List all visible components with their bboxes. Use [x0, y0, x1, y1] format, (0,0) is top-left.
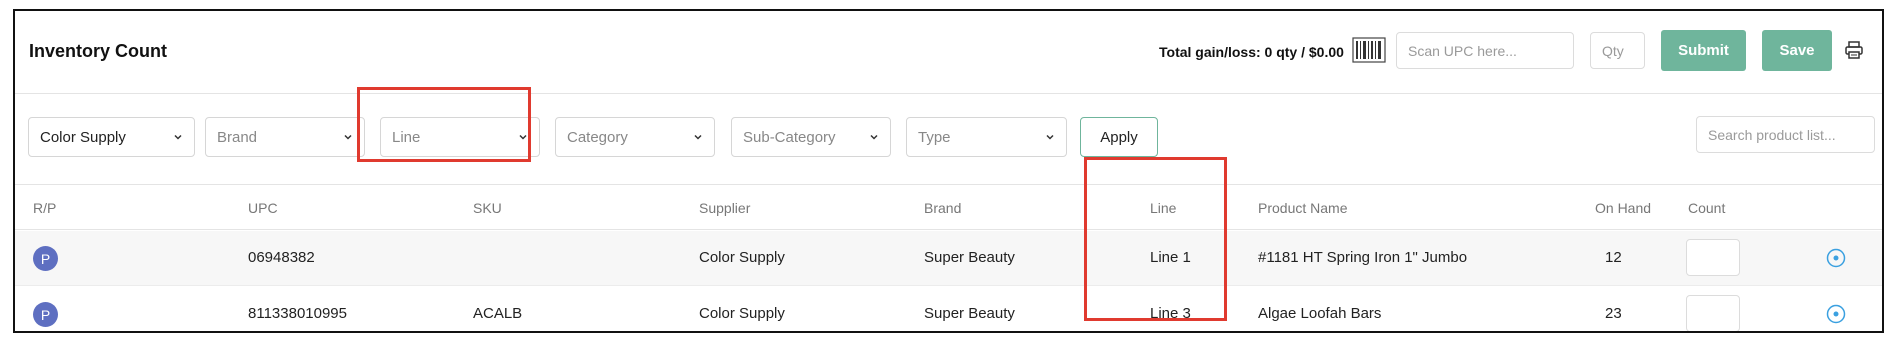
cell-product-name: Algae Loofah Bars: [1258, 305, 1382, 322]
line-select[interactable]: Line: [380, 117, 540, 157]
cell-product-name: #1181 HT Spring Iron 1" Jumbo: [1258, 249, 1468, 266]
col-product-name: Product Name: [1258, 200, 1348, 216]
brand-select[interactable]: Brand: [205, 117, 365, 157]
chevron-down-icon: [694, 134, 702, 140]
cell-sku: ACALB: [473, 305, 523, 322]
printer-icon[interactable]: [1844, 40, 1864, 60]
submit-button[interactable]: Submit: [1661, 30, 1746, 71]
col-on-hand: On Hand: [1595, 200, 1652, 216]
rp-badge: P: [33, 246, 58, 271]
inventory-count-panel: Inventory Count Total gain/loss: 0 qty /…: [13, 9, 1884, 333]
col-sku: SKU: [473, 200, 502, 216]
cell-on-hand: 23: [1605, 305, 1622, 322]
cell-line: Line 3: [1150, 305, 1191, 322]
col-brand: Brand: [924, 200, 962, 216]
col-supplier: Supplier: [699, 200, 751, 216]
cell-brand: Super Beauty: [924, 249, 1015, 266]
cell-brand: Super Beauty: [924, 305, 1015, 322]
rp-badge: P: [33, 302, 58, 327]
qty-input[interactable]: [1590, 32, 1645, 69]
cell-line: Line 1: [1150, 249, 1191, 266]
barcode-icon[interactable]: [1352, 37, 1386, 63]
header-bar: Inventory Count Total gain/loss: 0 qty /…: [15, 11, 1882, 94]
type-select-value: Type: [918, 128, 951, 146]
scan-upc-input[interactable]: [1396, 32, 1574, 69]
total-gain-loss: Total gain/loss: 0 qty / $0.00: [1159, 44, 1344, 60]
type-select[interactable]: Type: [906, 117, 1067, 157]
line-select-value: Line: [392, 128, 421, 146]
table-header: R/P UPC SKU Supplier Brand Line Product …: [15, 186, 1882, 230]
table-row: P 06948382 Color Supply Super Beauty Lin…: [15, 231, 1882, 286]
brand-select-value: Brand: [217, 128, 258, 146]
cell-supplier: Color Supply: [699, 249, 785, 266]
radio-target-icon[interactable]: [1826, 248, 1846, 268]
count-input[interactable]: [1686, 295, 1740, 331]
chevron-down-icon: [1046, 134, 1054, 140]
supplier-select[interactable]: Color Supply: [28, 117, 195, 157]
chevron-down-icon: [344, 134, 352, 140]
chevron-down-icon: [174, 134, 182, 140]
category-select-value: Category: [567, 128, 628, 146]
search-product-input[interactable]: [1696, 116, 1875, 153]
category-select[interactable]: Category: [555, 117, 715, 157]
save-button[interactable]: Save: [1762, 30, 1832, 71]
table-row: P 811338010995 ACALB Color Supply Super …: [15, 287, 1882, 331]
radio-target-icon[interactable]: [1826, 304, 1846, 324]
filter-bar: Color Supply Brand Line Category Sub-Cat…: [15, 95, 1882, 185]
apply-button[interactable]: Apply: [1080, 117, 1158, 157]
chevron-down-icon: [519, 134, 527, 140]
subcategory-select[interactable]: Sub-Category: [731, 117, 891, 157]
page-title: Inventory Count: [29, 41, 167, 61]
count-input[interactable]: [1686, 239, 1740, 276]
col-line: Line: [1150, 200, 1177, 216]
cell-upc: 06948382: [248, 249, 315, 266]
cell-supplier: Color Supply: [699, 305, 785, 322]
col-upc: UPC: [248, 200, 278, 216]
cell-on-hand: 12: [1605, 249, 1622, 266]
cell-upc: 811338010995: [248, 305, 347, 322]
col-rp: R/P: [33, 200, 57, 216]
col-count: Count: [1688, 200, 1726, 216]
subcategory-select-value: Sub-Category: [743, 128, 836, 146]
chevron-down-icon: [870, 134, 878, 140]
supplier-select-value: Color Supply: [40, 128, 126, 146]
